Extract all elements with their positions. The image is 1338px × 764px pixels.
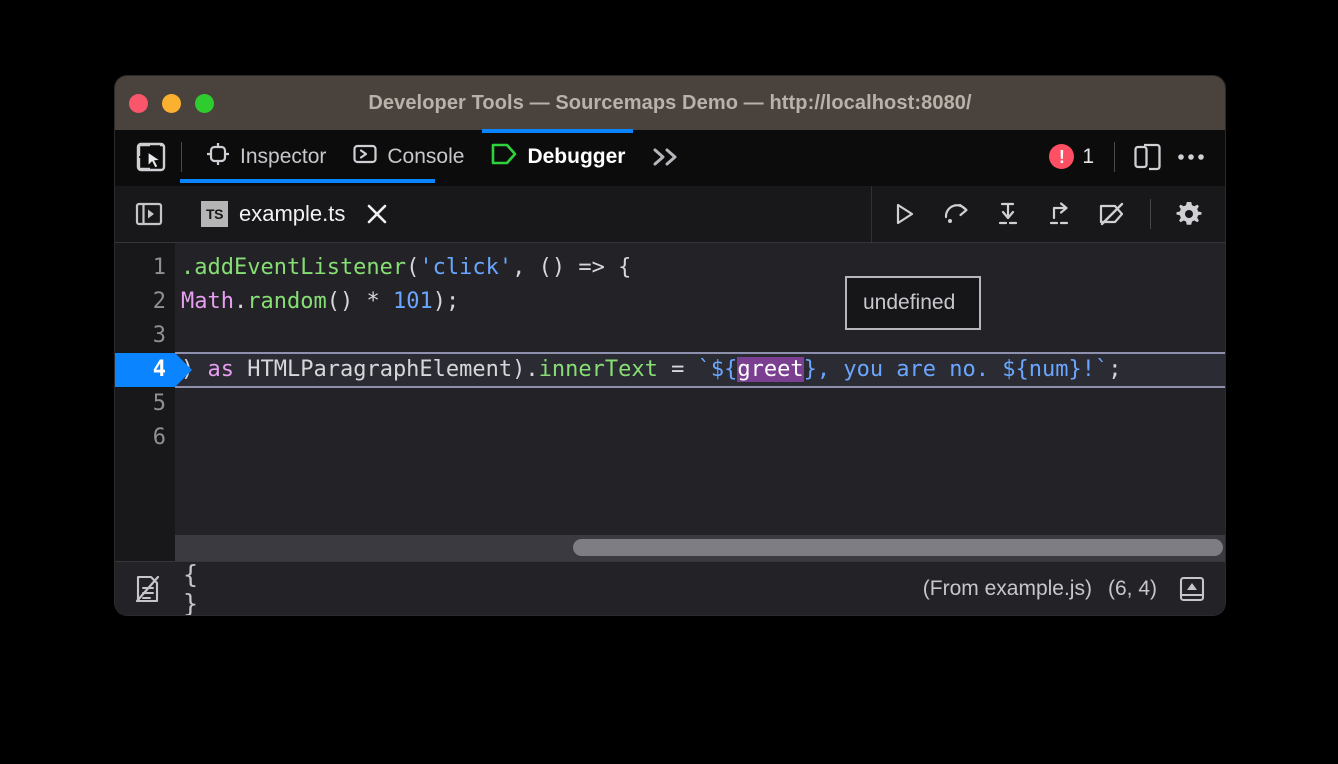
toolbar-divider [181,142,182,172]
element-picker-icon[interactable] [131,137,171,177]
line-number[interactable]: 1 [115,251,175,285]
selected-token[interactable]: greet [737,357,803,382]
code-line-6[interactable] [175,422,1225,456]
line-number[interactable]: 3 [115,319,175,353]
tab-console[interactable]: Console [339,129,477,185]
error-icon: ! [1049,144,1074,169]
source-editor: 1 2 3 4 5 6 .addEventListener('click', (… [115,243,1225,561]
split-console-icon[interactable] [1173,570,1211,608]
source-file-name: example.ts [239,201,345,227]
editor-code-area[interactable]: .addEventListener('click', () => { Math.… [175,243,1225,561]
source-origin-label: (From example.js) [923,577,1092,601]
source-map-braces-icon[interactable]: { } [183,570,221,608]
step-in-button[interactable] [986,192,1030,236]
code-line-2[interactable]: Math.random() * 101); [175,285,1225,319]
tab-debugger[interactable]: Debugger [477,129,638,185]
inspector-icon [205,141,231,172]
tab-debugger-label: Debugger [527,145,625,169]
toolbar-divider-right [1114,142,1115,172]
line-number[interactable]: 5 [115,387,175,421]
editor-status-bar: { } (From example.js) (6, 4) [115,561,1225,615]
toggle-panes-icon[interactable] [129,194,169,234]
minimize-window-button[interactable] [162,94,181,113]
braces-label: { } [183,560,221,616]
step-over-button[interactable] [934,192,978,236]
responsive-design-mode-icon[interactable] [1125,135,1169,179]
code-line-3[interactable] [175,319,1225,353]
zoom-window-button[interactable] [195,94,214,113]
typescript-badge: TS [201,201,228,227]
code-line-5[interactable] [175,388,1225,422]
console-icon [352,141,378,172]
resume-button[interactable] [882,192,926,236]
line-number[interactable]: 6 [115,421,175,455]
devtools-window: Developer Tools — Sourcemaps Demo — http… [115,76,1225,615]
code-line-1[interactable]: .addEventListener('click', () => { [175,251,1225,285]
tabs-overflow-icon[interactable] [638,144,696,170]
gear-icon[interactable] [1167,192,1211,236]
close-icon[interactable] [364,201,390,227]
deactivate-breakpoints-button[interactable] [1090,192,1134,236]
editor-horizontal-scrollbar[interactable] [175,535,1225,561]
window-controls [129,94,214,113]
tab-inspector[interactable]: Inspector [192,129,339,185]
window-title: Developer Tools — Sourcemaps Demo — http… [115,92,1225,115]
close-window-button[interactable] [129,94,148,113]
devtools-toolbar: Inspector Console [115,130,1225,186]
debugger-controls-divider [1150,199,1151,229]
source-tab-group: TS example.ts [115,186,872,242]
line-number-current[interactable]: 4 [115,353,175,387]
editor-gutter[interactable]: 1 2 3 4 5 6 [115,243,175,561]
error-count-badge[interactable]: ! 1 [1039,144,1104,169]
code-line-4-current[interactable]: ) as HTMLParagraphElement).innerText = `… [175,352,1225,388]
error-count-label: 1 [1082,145,1094,169]
scrollbar-thumb[interactable] [573,539,1223,556]
toolbar-right-group: ! 1 [1039,135,1213,179]
source-file-tab[interactable]: TS example.ts [201,201,390,227]
window-titlebar: Developer Tools — Sourcemaps Demo — http… [115,76,1225,130]
debugger-source-toolbar: TS example.ts [115,186,1225,243]
tab-inspector-label: Inspector [240,145,326,169]
line-number[interactable]: 2 [115,285,175,319]
screen-background: Developer Tools — Sourcemaps Demo — http… [0,0,1338,764]
meatball-menu-icon[interactable] [1169,135,1213,179]
devtools-tabs: Inspector Console [192,129,696,185]
variable-value-tooltip: undefined [845,276,981,330]
tab-console-label: Console [387,145,464,169]
debugger-icon [490,141,518,172]
tooltip-text: undefined [863,291,955,314]
step-out-button[interactable] [1038,192,1082,236]
debugger-controls [872,186,1225,242]
cursor-position-label: (6, 4) [1108,577,1157,601]
pretty-print-icon[interactable] [129,570,167,608]
